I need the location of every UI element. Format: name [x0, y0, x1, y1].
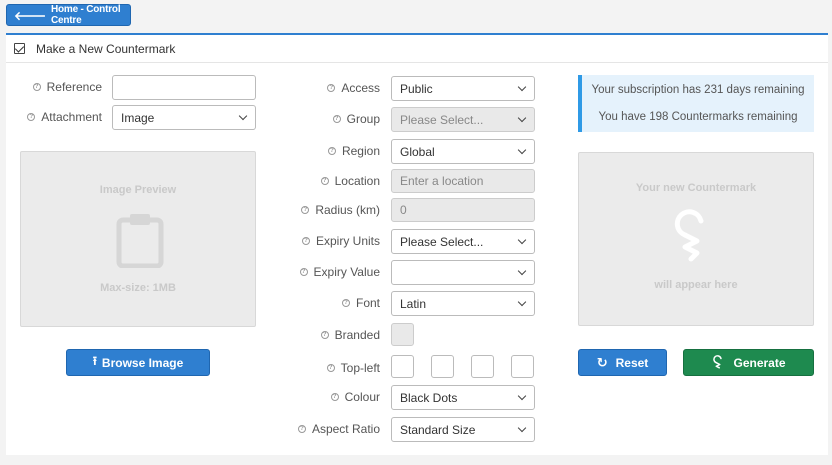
branded-label: ? Branded	[242, 323, 380, 347]
countermarks-text: You have 198 Countermarks remaining	[598, 111, 798, 123]
help-icon: ?	[301, 206, 310, 214]
help-icon: ?	[327, 84, 336, 92]
topleft-label: ? Top-left	[242, 356, 380, 380]
help-icon: ?	[27, 113, 36, 121]
top-left-box-1[interactable]	[391, 355, 414, 378]
countermark-preview: Your new Countermark will appear here	[578, 152, 814, 326]
clipboard-icon	[116, 214, 164, 268]
help-icon: ?	[32, 83, 41, 91]
location-label: ? Location	[242, 169, 380, 193]
home-control-centre-button[interactable]: 🡐 Home - Control Centre	[6, 4, 131, 26]
expiry-value-select[interactable]	[391, 260, 535, 285]
countermark-logo-icon	[674, 209, 704, 262]
expiry-units-label: ? Expiry Units	[242, 229, 380, 253]
image-preview-title: Image Preview	[99, 184, 177, 196]
subscription-info-box: Your subscription has 231 days remaining…	[578, 75, 814, 132]
chevron-down-icon	[517, 82, 527, 92]
chevron-down-icon	[517, 423, 527, 433]
group-select[interactable]: Please Select...	[391, 107, 535, 132]
help-icon: ?	[320, 177, 329, 185]
image-preview-size: Max-size: 1MB	[100, 282, 176, 294]
subscription-text: Your subscription has 231 days remaining	[591, 84, 805, 96]
colour-label: ? Colour	[242, 385, 380, 409]
help-icon: ?	[341, 299, 350, 307]
access-select[interactable]: Public	[391, 76, 535, 101]
checkbox-icon	[14, 43, 25, 54]
image-preview: Image Preview Max-size: 1MB	[20, 151, 256, 327]
chevron-down-icon	[517, 145, 527, 155]
chevron-down-icon	[517, 266, 527, 276]
refresh-icon: ↻	[596, 354, 608, 370]
reset-button[interactable]: ↻ Reset	[578, 349, 667, 376]
group-label: ? Group	[242, 107, 380, 131]
help-icon: ?	[332, 115, 341, 123]
aspect-ratio-select[interactable]: Standard Size	[391, 417, 535, 442]
top-left-box-4[interactable]	[511, 355, 534, 378]
branded-checkbox[interactable]	[391, 323, 414, 346]
help-icon: ?	[301, 237, 310, 245]
reference-input[interactable]	[112, 75, 256, 100]
chevron-down-icon	[517, 391, 527, 401]
radius-input[interactable]: 0	[391, 198, 535, 222]
generate-button[interactable]: Generate	[683, 349, 814, 376]
countermark-panel: Make a New Countermark ? Reference ? Attac…	[6, 33, 828, 455]
chevron-down-icon	[517, 235, 527, 245]
upload-icon: ⭱	[92, 354, 97, 368]
help-icon: ?	[297, 425, 306, 433]
expiry-value-label: ? Expiry Value	[242, 260, 380, 284]
access-label: ? Access	[242, 76, 380, 100]
region-label: ? Region	[242, 139, 380, 163]
expiry-units-select[interactable]: Please Select...	[391, 229, 535, 254]
countermark-preview-sub: will appear here	[654, 279, 738, 291]
panel-header: Make a New Countermark	[6, 35, 828, 63]
top-left-box-3[interactable]	[471, 355, 494, 378]
countermark-preview-title: Your new Countermark	[635, 182, 757, 194]
attachment-select[interactable]: Image	[112, 105, 256, 130]
home-button-label: Home - Control Centre	[50, 4, 121, 26]
help-icon: ?	[299, 268, 308, 276]
browse-image-button[interactable]: ⭱ Browse Image	[66, 349, 210, 376]
chevron-down-icon	[517, 297, 527, 307]
font-select[interactable]: Latin	[391, 291, 535, 316]
aspect-ratio-label: ? Aspect Ratio	[242, 417, 380, 441]
help-icon: ?	[330, 393, 339, 401]
panel-title: Make a New Countermark	[36, 41, 176, 56]
help-icon: ?	[326, 364, 335, 372]
help-icon: ?	[320, 331, 329, 339]
arrow-left-icon: 🡐	[14, 8, 46, 23]
top-left-box-2[interactable]	[431, 355, 454, 378]
chevron-down-icon	[517, 113, 527, 123]
countermark-logo-icon	[713, 354, 723, 369]
region-select[interactable]: Global	[391, 139, 535, 164]
attachment-label: ? Attachment	[6, 105, 102, 129]
colour-select[interactable]: Black Dots	[391, 385, 535, 410]
location-input[interactable]: Enter a location	[391, 169, 535, 193]
reference-label: ? Reference	[6, 75, 102, 99]
radius-label: ? Radius (km)	[242, 198, 380, 222]
font-label: ? Font	[242, 291, 380, 315]
help-icon: ?	[327, 147, 336, 155]
